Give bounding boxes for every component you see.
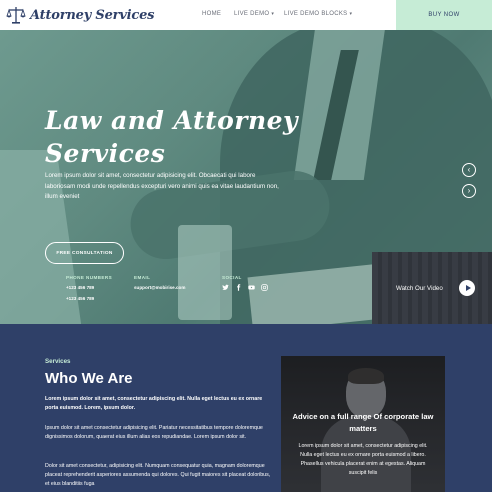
chevron-down-icon: ▾	[271, 11, 275, 17]
nav-link-home[interactable]: HOME	[202, 11, 221, 17]
nav-link-label: LIVE DEMO BLOCKS	[284, 11, 348, 17]
navbar: Attorney Services HOME LIVE DEMO ▾ LIVE D…	[0, 0, 492, 30]
hero-title: Law and Attorney Services	[45, 104, 298, 170]
carousel-prev-button[interactable]: ‹	[462, 163, 476, 177]
hero-description: Lorem ipsum dolor sit amet, consectetur …	[45, 172, 279, 200]
services-eyebrow: Services	[45, 358, 71, 365]
brand-logo[interactable]: Attorney Services	[6, 6, 154, 24]
twitter-icon[interactable]	[222, 284, 229, 291]
social-icons	[222, 284, 268, 291]
hero-title-line-2: Services	[45, 139, 166, 168]
services-paragraph-1: Lorem ipsum dolor sit amet, consectetur …	[45, 396, 263, 411]
free-consultation-button[interactable]: FREE CONSULTATION	[45, 242, 124, 264]
social-label: SOCIAL	[222, 275, 242, 280]
card-title: Advice on a full range Of corporate law …	[292, 412, 434, 433]
card-text: Lorem ipsum dolor sit amet, consectetur …	[298, 443, 428, 476]
phone-number-1[interactable]: +123 456 789	[66, 285, 94, 290]
phone-number-2[interactable]: +123 456 789	[66, 296, 94, 301]
services-title-light: Are	[107, 370, 133, 387]
chevron-down-icon: ▾	[349, 11, 353, 17]
facebook-icon[interactable]	[235, 284, 242, 291]
advice-card: Advice on a full range Of corporate law …	[281, 356, 445, 492]
instagram-icon[interactable]	[261, 284, 268, 291]
hero-title-line-1: Law and Attorney	[45, 106, 299, 135]
nav-link-live-demo[interactable]: LIVE DEMO ▾	[234, 11, 274, 17]
services-title-bold: Who We	[45, 370, 104, 387]
chevron-left-icon: ‹	[467, 165, 471, 174]
nav-link-label: HOME	[202, 11, 222, 17]
brand-name: Attorney Services	[30, 7, 155, 23]
hero-section: Law and Attorney Services Lorem ipsum do…	[0, 30, 492, 324]
carousel-next-button[interactable]: ›	[462, 184, 476, 198]
services-paragraph-2: Ipsum dolor sit amet consectetur adipisi…	[45, 425, 263, 440]
nav-link-label: LIVE DEMO	[234, 11, 270, 17]
buy-now-button[interactable]: BUY NOW	[396, 0, 492, 30]
play-icon[interactable]	[459, 280, 475, 296]
video-label: Watch Our Video	[396, 285, 443, 292]
youtube-icon[interactable]	[248, 284, 255, 291]
services-title: Who We Are	[45, 370, 133, 387]
scales-of-justice-icon	[6, 7, 26, 24]
services-paragraph-3: Dolor sit amet consectetur, adipisicing …	[45, 463, 271, 487]
email-address[interactable]: support@mobirise.com	[134, 285, 185, 290]
video-thumbnail[interactable]: Watch Our Video	[372, 252, 492, 324]
chevron-right-icon: ›	[467, 186, 471, 195]
hero-bg-glass	[178, 225, 232, 320]
phone-label: PHONE NUMBERS	[66, 275, 113, 280]
email-label: EMAIL	[134, 275, 151, 280]
nav-link-live-demo-blocks[interactable]: LIVE DEMO BLOCKS ▾	[284, 11, 352, 17]
